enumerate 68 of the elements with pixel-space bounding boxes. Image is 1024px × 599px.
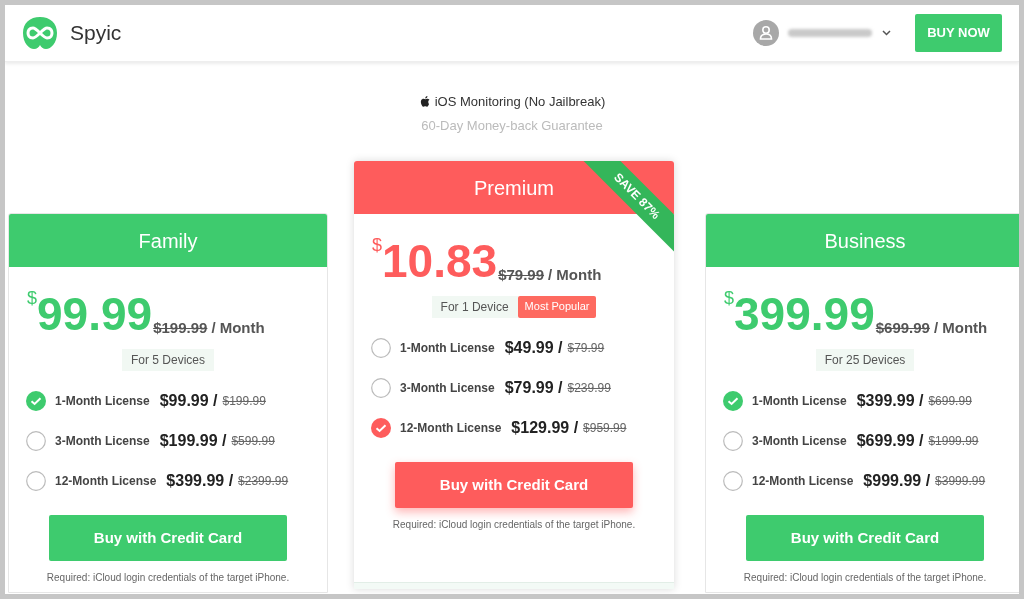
avatar-icon: [753, 20, 779, 46]
old-price: $79.99: [567, 340, 605, 357]
checked-radio-icon[interactable]: [371, 418, 391, 438]
buy-button[interactable]: Buy with Credit Card: [395, 462, 633, 508]
license-price: $99.99 /: [159, 391, 218, 411]
license-label: 3-Month License: [400, 380, 495, 397]
requirement-note: Required: iCloud login credentials of the target iPhone.: [392, 518, 636, 532]
old-price: $699.99: [875, 320, 930, 335]
radio-button[interactable]: [26, 431, 46, 451]
license-price: $199.99 /: [159, 431, 227, 451]
plan-price: 10.83: [382, 238, 498, 284]
billing-period: / Month: [933, 320, 988, 335]
license-price: $129.99 /: [511, 418, 579, 438]
license-price: $399.99 /: [856, 391, 924, 411]
currency-sign: $: [372, 236, 382, 254]
plan-price: 399.99: [734, 291, 875, 337]
requirement-note: Required: iCloud login credentials of the target iPhone.: [743, 571, 987, 585]
old-price: $199.99: [222, 393, 266, 410]
license-label: 12-Month License: [752, 473, 854, 490]
checked-radio-icon[interactable]: [723, 391, 743, 411]
license-label: 3-Month License: [752, 433, 847, 450]
apple-icon: [418, 95, 431, 109]
buy-now-button[interactable]: BUY NOW: [915, 14, 1002, 52]
guarantee-text: 60-Day Money-back Guarantee: [421, 116, 603, 135]
plan-price: 99.99: [37, 291, 153, 337]
platform-title: iOS Monitoring (No Jailbreak): [434, 93, 606, 111]
device-count-tag: For 5 Devices: [122, 349, 214, 371]
license-price: $79.99 /: [504, 378, 563, 398]
license-label: 12-Month License: [400, 420, 502, 437]
chevron-down-icon[interactable]: [882, 30, 891, 36]
radio-button[interactable]: [723, 471, 743, 491]
plan-title: Family: [9, 214, 327, 267]
currency-sign: $: [724, 289, 734, 307]
license-label: 1-Month License: [55, 393, 150, 410]
radio-button[interactable]: [371, 338, 391, 358]
old-price: $3999.99: [935, 473, 986, 490]
license-price: $699.99 /: [856, 431, 924, 451]
popular-badge: Most Popular: [517, 296, 597, 318]
plan-title: Business: [706, 214, 1019, 267]
old-price: $599.99: [231, 433, 275, 450]
billing-period: / Month: [211, 320, 265, 335]
device-count-tag: For 1 Device: [431, 296, 518, 318]
license-label: 3-Month License: [55, 433, 150, 450]
radio-button[interactable]: [723, 431, 743, 451]
old-price: $1999.99: [928, 433, 979, 450]
old-price: $199.99: [153, 320, 208, 335]
old-price: $239.99: [567, 380, 611, 397]
device-count-tag: For 25 Devices: [815, 349, 915, 371]
radio-button[interactable]: [371, 378, 391, 398]
old-price: $959.99: [583, 420, 627, 437]
license-label: 1-Month License: [752, 393, 847, 410]
billing-period: / Month: [548, 267, 602, 282]
old-price: $699.99: [928, 393, 972, 410]
requirement-note: Required: iCloud login credentials of the target iPhone.: [46, 571, 290, 585]
license-price: $999.99 /: [863, 471, 931, 491]
buy-button[interactable]: Buy with Credit Card: [49, 515, 287, 561]
logo-icon: [22, 16, 58, 50]
license-price: $399.99 /: [166, 471, 234, 491]
old-price: $2399.99: [238, 473, 289, 490]
license-price: $49.99 /: [504, 338, 563, 358]
currency-sign: $: [27, 289, 37, 307]
checked-radio-icon[interactable]: [26, 391, 46, 411]
logo-text: Spyic: [70, 20, 122, 47]
license-label: 12-Month License: [55, 473, 157, 490]
old-price: $79.99: [498, 267, 545, 282]
radio-button[interactable]: [26, 471, 46, 491]
buy-button[interactable]: Buy with Credit Card: [746, 515, 984, 561]
license-label: 1-Month License: [400, 340, 495, 357]
